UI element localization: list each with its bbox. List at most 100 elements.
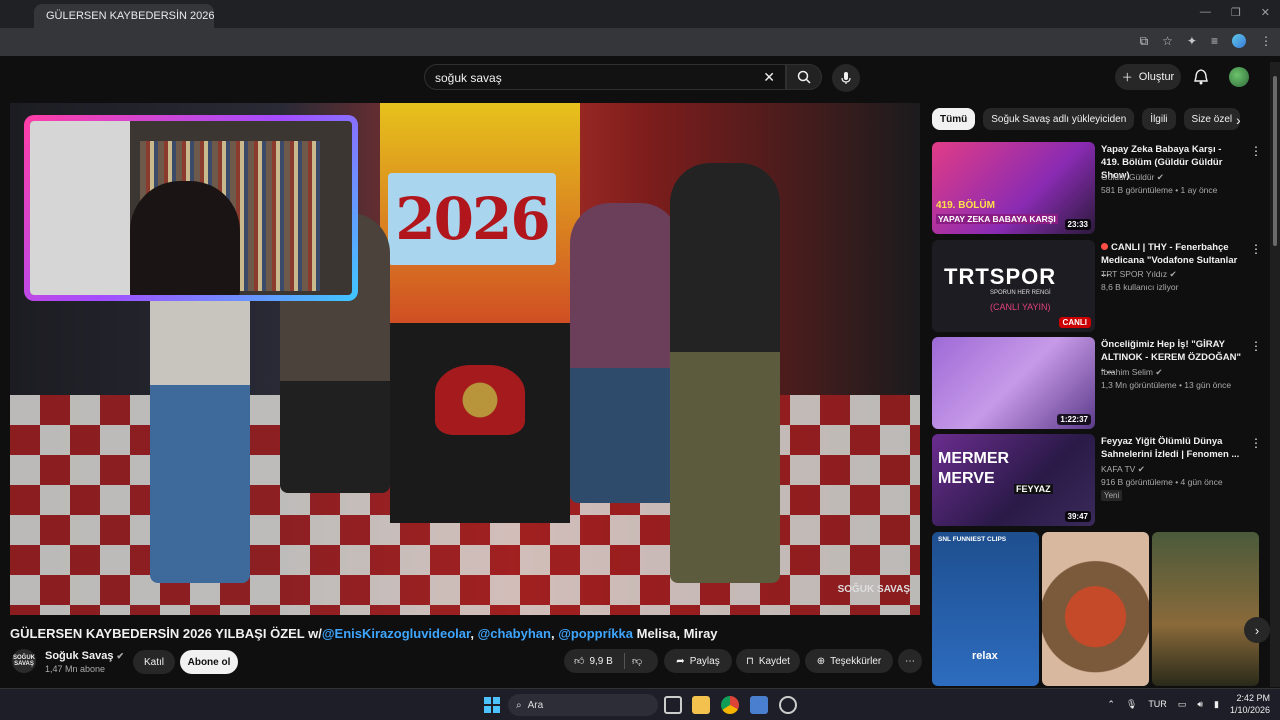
thumb-caption: MERMER <box>938 450 1010 467</box>
more-icon: ⋯ <box>905 655 915 667</box>
short-caption: SNL FUNNIEST CLIPS <box>938 536 1007 543</box>
video-ribbon-bow <box>435 365 525 435</box>
browser-tab[interactable]: GÜLERSEN KAYBEDERSİN 2026 <box>34 4 214 28</box>
microphone-icon[interactable]: 🎙︎ <box>1126 699 1137 710</box>
app-icon[interactable] <box>750 696 768 714</box>
microphone-icon <box>841 72 851 84</box>
recommendation-meta: 1,3 Mn görüntüleme • 13 gün önce <box>1101 380 1232 390</box>
thumb-subtitle: SPORUN HER RENGİ <box>990 290 1051 296</box>
recommendation-meta: 581 B görüntüleme • 1 ay önce <box>1101 185 1218 195</box>
profile-avatar[interactable] <box>1232 34 1246 48</box>
video-thumbnail[interactable]: 1:22:37 <box>932 337 1095 429</box>
video-thumbnail[interactable]: 419. BÖLÜM YAPAY ZEKA BABAYA KARŞI 23:33 <box>932 142 1095 234</box>
search-input[interactable]: soğuk savaş ✕ <box>424 64 786 90</box>
chrome-icon[interactable] <box>721 696 739 714</box>
search-query-text: soğuk savaş <box>435 71 502 85</box>
page-scrollbar[interactable] <box>1270 62 1280 687</box>
video-watermark: SOĞUK SAVAŞ <box>837 584 910 595</box>
share-icon: ➦ <box>676 655 685 667</box>
create-button[interactable]: ＋ Oluştur <box>1115 64 1181 90</box>
save-button[interactable]: ⊓ Kaydet <box>736 649 800 673</box>
chip-all[interactable]: Tümü <box>932 108 976 130</box>
verified-icon: ✔ <box>1137 464 1145 474</box>
file-explorer-icon[interactable] <box>692 696 710 714</box>
browser-toolbar-icons: ⧉ ☆ ✦ ≡ ⋮ <box>1140 34 1272 49</box>
app-icon[interactable] <box>779 696 797 714</box>
battery-icon[interactable]: ▮ <box>1214 699 1219 710</box>
taskbar-search[interactable]: ⌕ Ara <box>508 694 658 716</box>
like-button[interactable]: 👍︎ 9,9 B <box>574 655 613 668</box>
short-item[interactable] <box>1042 532 1149 686</box>
video-duration: 39:47 <box>1064 511 1091 522</box>
recommendation-channel[interactable]: İbrahim Selim ✔ <box>1101 367 1162 378</box>
close-window-button[interactable]: ✕ <box>1261 6 1270 19</box>
browser-menu-icon[interactable]: ⋮ <box>1260 34 1272 49</box>
recommendation-chips: Tümü Soğuk Savaş adlı yükleyiciden İlgil… <box>932 108 1241 130</box>
kebab-menu-icon[interactable]: ⋮ <box>1250 339 1262 353</box>
task-view-icon[interactable] <box>664 696 682 714</box>
recommendation-item[interactable]: MERMER MERVE FEYYAZ 39:47 Feyyaz Yiğit Ö… <box>932 434 1262 526</box>
search-button[interactable] <box>786 64 822 90</box>
voice-search-button[interactable] <box>832 64 860 92</box>
super-thanks-icon: ⊕ <box>816 655 826 667</box>
recommendation-title[interactable]: Feyyaz Yiğit Ölümlü Dünya Sahnelerini İz… <box>1101 435 1241 461</box>
recommendation-channel[interactable]: Güldür Güldür ✔ <box>1101 172 1164 183</box>
clear-search-icon[interactable]: ✕ <box>763 69 775 86</box>
display-icon[interactable]: ▭ <box>1178 699 1187 710</box>
browser-tab-bar: GÜLERSEN KAYBEDERSİN 2026 — ❐ ✕ <box>0 0 1280 28</box>
recommendation-item[interactable]: 1:22:37 Önceliğimiz Hep İş! "GİRAY ALTIN… <box>932 337 1262 429</box>
chip-for-you[interactable]: Size özel <box>1183 108 1241 130</box>
thumbs-down-icon: 👎︎ <box>632 656 643 667</box>
verified-icon: ✔ <box>1155 367 1163 377</box>
clock[interactable]: 2:42 PM 1/10/2026 <box>1230 692 1270 716</box>
extensions-icon[interactable]: ✦ <box>1187 34 1197 49</box>
save-label: Kaydet <box>758 655 790 667</box>
short-item[interactable] <box>1152 532 1259 686</box>
kebab-menu-icon[interactable]: ⋮ <box>1250 436 1262 450</box>
scrollbar-thumb[interactable] <box>1273 76 1277 246</box>
chip-from-uploader[interactable]: Soğuk Savaş adlı yükleyiciden <box>983 108 1135 130</box>
recommendation-meta: 916 B görüntüleme • 4 gün önce <box>1101 477 1223 487</box>
channel-name[interactable]: Soğuk Savaş ✔ <box>45 650 124 662</box>
subscribe-button[interactable]: Abone ol <box>180 650 238 674</box>
like-divider <box>624 653 625 669</box>
chevron-right-icon[interactable]: › <box>1236 112 1241 128</box>
join-button[interactable]: Katıl <box>133 650 175 674</box>
kebab-menu-icon[interactable]: ⋮ <box>1250 242 1262 256</box>
recommendation-item[interactable]: 419. BÖLÜM YAPAY ZEKA BABAYA KARŞI 23:33… <box>932 142 1262 234</box>
cast-icon[interactable]: ⧉ <box>1140 34 1149 49</box>
mention-link[interactable]: @poppríkka <box>558 626 633 641</box>
thanks-button[interactable]: ⊕ Teşekkürler <box>805 649 893 673</box>
video-thumbnail[interactable]: TRTSPOR SPORUN HER RENGİ (CANLI YAYIN) C… <box>932 240 1095 332</box>
shorts-next-button[interactable]: › <box>1244 617 1270 643</box>
language-indicator[interactable]: TUR <box>1148 699 1167 709</box>
channel-avatar[interactable]: SOĞUK SAVAŞ <box>12 649 36 673</box>
like-count: 9,9 B <box>589 655 613 667</box>
share-button[interactable]: ➦ Paylaş <box>664 649 732 673</box>
kebab-menu-icon[interactable]: ⋮ <box>1250 144 1262 158</box>
notifications-bell-icon[interactable] <box>1192 68 1210 86</box>
recommendation-channel[interactable]: KAFA TV ✔ <box>1101 464 1145 475</box>
verified-icon: ✔ <box>1156 172 1164 182</box>
chevron-up-icon[interactable]: ⌃ <box>1107 699 1115 710</box>
video-thumbnail[interactable]: MERMER MERVE FEYYAZ 39:47 <box>932 434 1095 526</box>
dislike-button[interactable]: 👎︎ <box>632 655 642 667</box>
star-icon[interactable]: ☆ <box>1162 34 1173 49</box>
media-icon[interactable]: ≡ <box>1211 34 1218 49</box>
chip-related[interactable]: İlgili <box>1142 108 1176 130</box>
maximize-button[interactable]: ❐ <box>1231 6 1241 19</box>
short-item[interactable]: SNL FUNNIEST CLIPS relax <box>932 532 1039 686</box>
volume-icon[interactable]: 🔊︎ <box>1197 699 1203 710</box>
video-player[interactable]: 2026 SOĞUK SAVAŞ <box>10 103 920 615</box>
mention-link[interactable]: @EnisKirazogluvideolar <box>322 626 471 641</box>
video-title-suffix: Melisa, Miray <box>633 626 718 641</box>
video-2026-banner: 2026 <box>388 173 556 265</box>
channel-text: TRT SPOR Yıldız <box>1101 269 1168 279</box>
more-actions-button[interactable]: ⋯ <box>898 649 922 673</box>
mention-link[interactable]: @chabyhan <box>478 626 551 641</box>
windows-start-icon[interactable] <box>484 697 500 713</box>
minimize-button[interactable]: — <box>1200 6 1211 19</box>
recommendation-channel[interactable]: TRT SPOR Yıldız ✔ <box>1101 269 1177 280</box>
user-avatar[interactable] <box>1229 67 1249 87</box>
recommendation-item[interactable]: TRTSPOR SPORUN HER RENGİ (CANLI YAYIN) C… <box>932 240 1262 332</box>
